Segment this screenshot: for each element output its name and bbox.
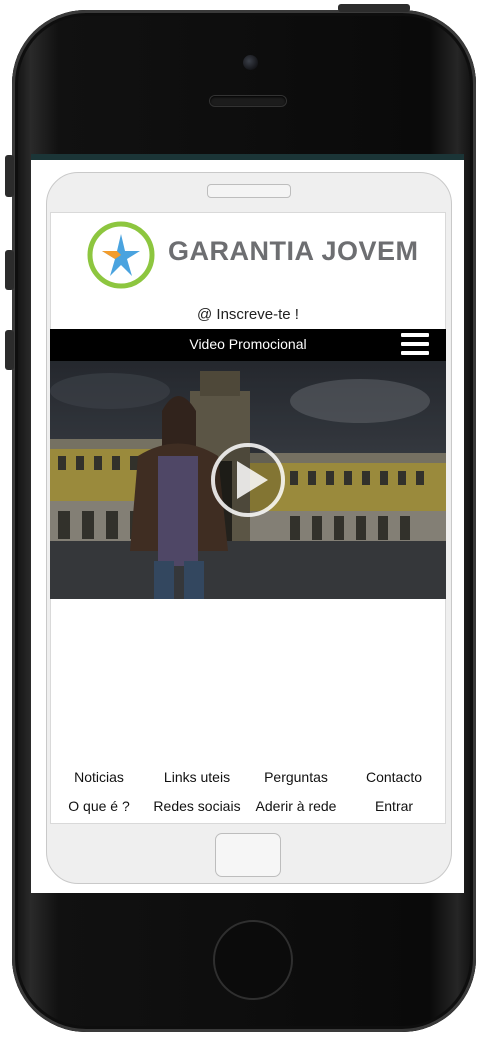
nav-links-uteis[interactable]: Links uteis	[150, 769, 244, 785]
earpiece-speaker	[210, 96, 286, 106]
mockup-speaker	[207, 184, 291, 198]
video-thumbnail[interactable]	[50, 361, 446, 599]
mockup-home-button[interactable]	[215, 833, 281, 877]
brand-name: GARANTIA JOVEM	[168, 236, 419, 266]
volume-up-button	[5, 250, 14, 290]
menu-icon[interactable]	[401, 333, 429, 356]
logo-star-icon	[87, 221, 155, 289]
nav-noticias[interactable]: Noticias	[62, 769, 136, 785]
power-button	[338, 4, 410, 12]
nav-perguntas[interactable]: Perguntas	[255, 769, 337, 785]
nav-o-que-e[interactable]: O que é ?	[62, 798, 136, 814]
nav-contacto[interactable]: Contacto	[358, 769, 430, 785]
mute-switch	[5, 155, 14, 197]
home-button[interactable]	[213, 920, 293, 1000]
signup-link[interactable]: @ Inscreve-te !	[50, 306, 446, 323]
nav-aderir-a-rede[interactable]: Aderir à rede	[251, 798, 341, 814]
nav-entrar[interactable]: Entrar	[358, 798, 430, 814]
video-header-bar: Video Promocional	[50, 329, 446, 361]
volume-down-button	[5, 330, 14, 370]
front-camera	[243, 55, 258, 70]
video-title: Video Promocional	[189, 336, 307, 352]
nav-redes-sociais[interactable]: Redes sociais	[150, 798, 244, 814]
